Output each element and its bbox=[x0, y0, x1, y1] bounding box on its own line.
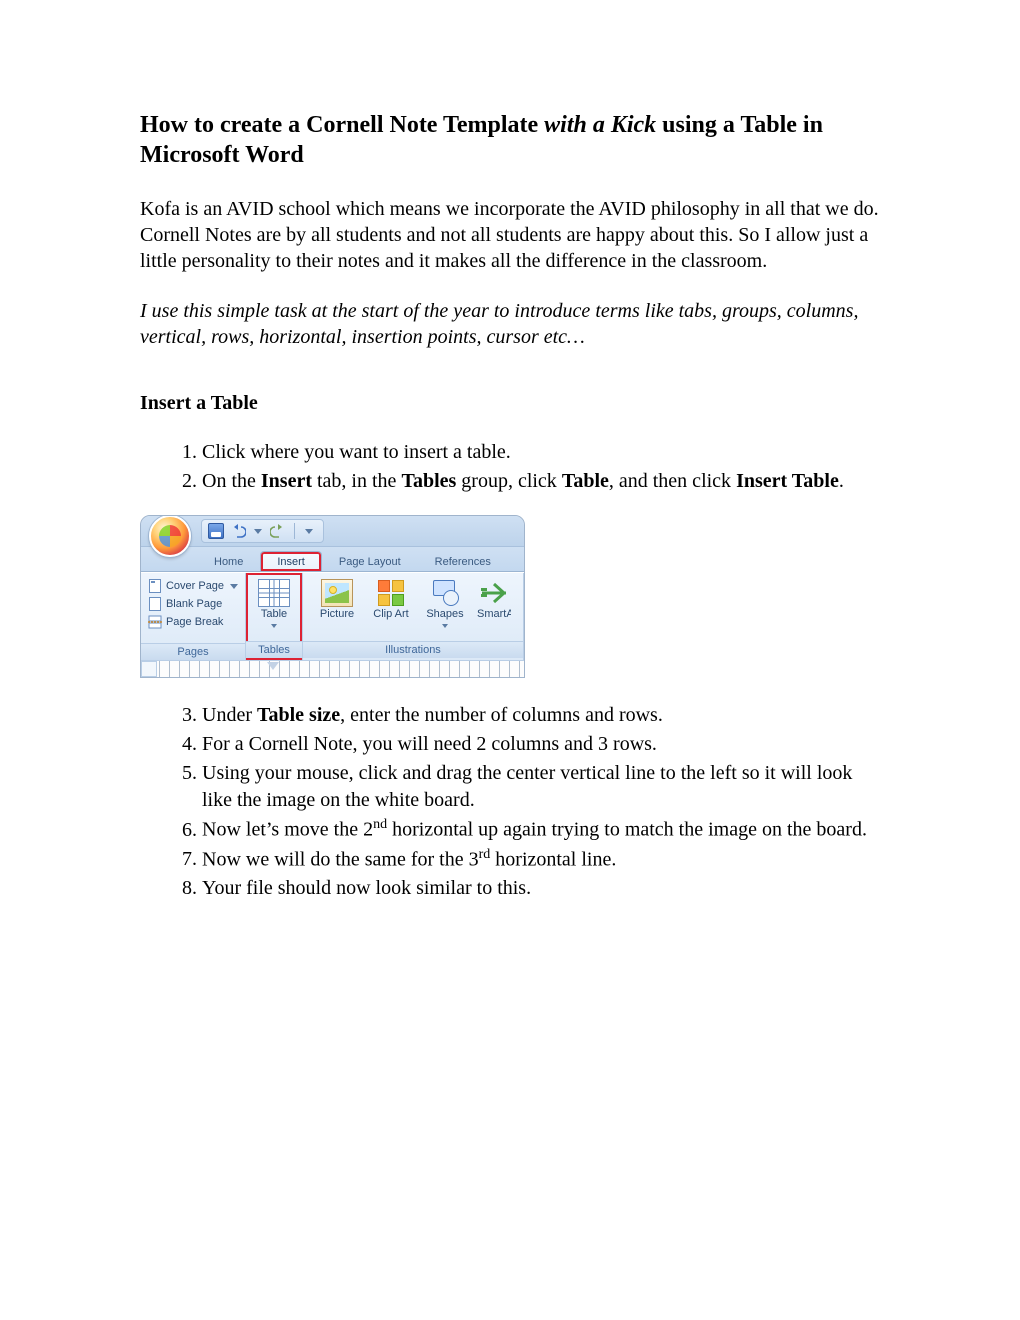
tab-home[interactable]: Home bbox=[197, 551, 260, 571]
table-button[interactable]: Table bbox=[250, 577, 298, 630]
smartart-icon bbox=[478, 579, 510, 607]
group-label-illustrations: Illustrations bbox=[303, 641, 523, 658]
step-6: Now let’s move the 2nd horizontal up aga… bbox=[202, 816, 880, 844]
group-tables: Table Tables bbox=[246, 573, 303, 660]
step-7: Now we will do the same for the 3rd hori… bbox=[202, 846, 880, 874]
tab-insert[interactable]: Insert bbox=[260, 551, 322, 571]
intro-paragraph: Kofa is an AVID school which means we in… bbox=[140, 196, 880, 274]
group-illustrations: Picture Clip Art Shapes bbox=[303, 573, 524, 660]
group-label-tables: Tables bbox=[246, 641, 302, 658]
chevron-down-icon bbox=[442, 624, 448, 628]
horizontal-ruler bbox=[141, 660, 524, 677]
step-1: Click where you want to insert a table. bbox=[202, 439, 880, 466]
clip-art-icon bbox=[378, 580, 404, 606]
page-break-icon bbox=[148, 615, 162, 629]
undo-dropdown-icon[interactable] bbox=[254, 529, 262, 534]
chevron-down-icon bbox=[230, 584, 238, 589]
picture-button[interactable]: Picture bbox=[313, 577, 361, 623]
step-5: Using your mouse, click and drag the cen… bbox=[202, 760, 880, 814]
blank-page-icon bbox=[149, 597, 161, 611]
page-break-button[interactable]: Page Break bbox=[148, 615, 223, 629]
group-pages: Cover Page Blank Page Page Break bbox=[141, 573, 246, 660]
step-3: Under Table size, enter the number of co… bbox=[202, 702, 880, 729]
shapes-icon bbox=[431, 580, 459, 606]
page-title: How to create a Cornell Note Template wi… bbox=[140, 110, 880, 170]
steps-list-top: Click where you want to insert a table. … bbox=[140, 439, 880, 495]
smartart-button[interactable]: SmartArt bbox=[475, 577, 513, 623]
ribbon: Home Insert Page Layout References Cover… bbox=[140, 515, 525, 678]
indent-marker-icon[interactable] bbox=[267, 662, 279, 670]
document-page: How to create a Cornell Note Template wi… bbox=[0, 0, 1020, 1320]
qat-customize-dropdown-icon[interactable] bbox=[305, 529, 313, 534]
word-ribbon-screenshot: Home Insert Page Layout References Cover… bbox=[140, 515, 525, 678]
picture-icon bbox=[321, 579, 353, 607]
ruler-corner bbox=[141, 661, 157, 677]
tab-references[interactable]: References bbox=[418, 551, 508, 571]
chevron-down-icon bbox=[271, 624, 277, 628]
ribbon-titlebar bbox=[141, 516, 524, 547]
save-icon[interactable] bbox=[208, 523, 224, 539]
cover-page-button[interactable]: Cover Page bbox=[148, 579, 238, 593]
group-label-pages: Pages bbox=[141, 643, 245, 660]
section-heading-insert-table: Insert a Table bbox=[140, 392, 880, 415]
ribbon-tabstrip: Home Insert Page Layout References bbox=[141, 547, 524, 572]
office-button-icon[interactable] bbox=[149, 515, 191, 557]
clip-art-button[interactable]: Clip Art bbox=[367, 577, 415, 623]
step-4: For a Cornell Note, you will need 2 colu… bbox=[202, 731, 880, 758]
steps-list-bottom: Under Table size, enter the number of co… bbox=[140, 702, 880, 902]
qat-separator bbox=[294, 523, 295, 539]
title-italic: with a Kick bbox=[544, 112, 656, 138]
ruler-ticks bbox=[159, 661, 524, 677]
table-icon bbox=[258, 579, 290, 607]
cover-page-icon bbox=[149, 579, 161, 593]
ribbon-groups: Cover Page Blank Page Page Break bbox=[141, 572, 524, 660]
redo-icon[interactable] bbox=[270, 524, 284, 538]
step-2: On the Insert tab, in the Tables group, … bbox=[202, 468, 880, 495]
blank-page-button[interactable]: Blank Page bbox=[148, 597, 222, 611]
shapes-button[interactable]: Shapes bbox=[421, 577, 469, 630]
quick-access-toolbar bbox=[201, 519, 324, 543]
tab-page-layout[interactable]: Page Layout bbox=[322, 551, 418, 571]
title-pre: How to create a Cornell Note Template bbox=[140, 112, 544, 138]
intro-italic-paragraph: I use this simple task at the start of t… bbox=[140, 298, 880, 350]
undo-icon[interactable] bbox=[232, 524, 246, 538]
step-8: Your file should now look similar to thi… bbox=[202, 875, 880, 902]
